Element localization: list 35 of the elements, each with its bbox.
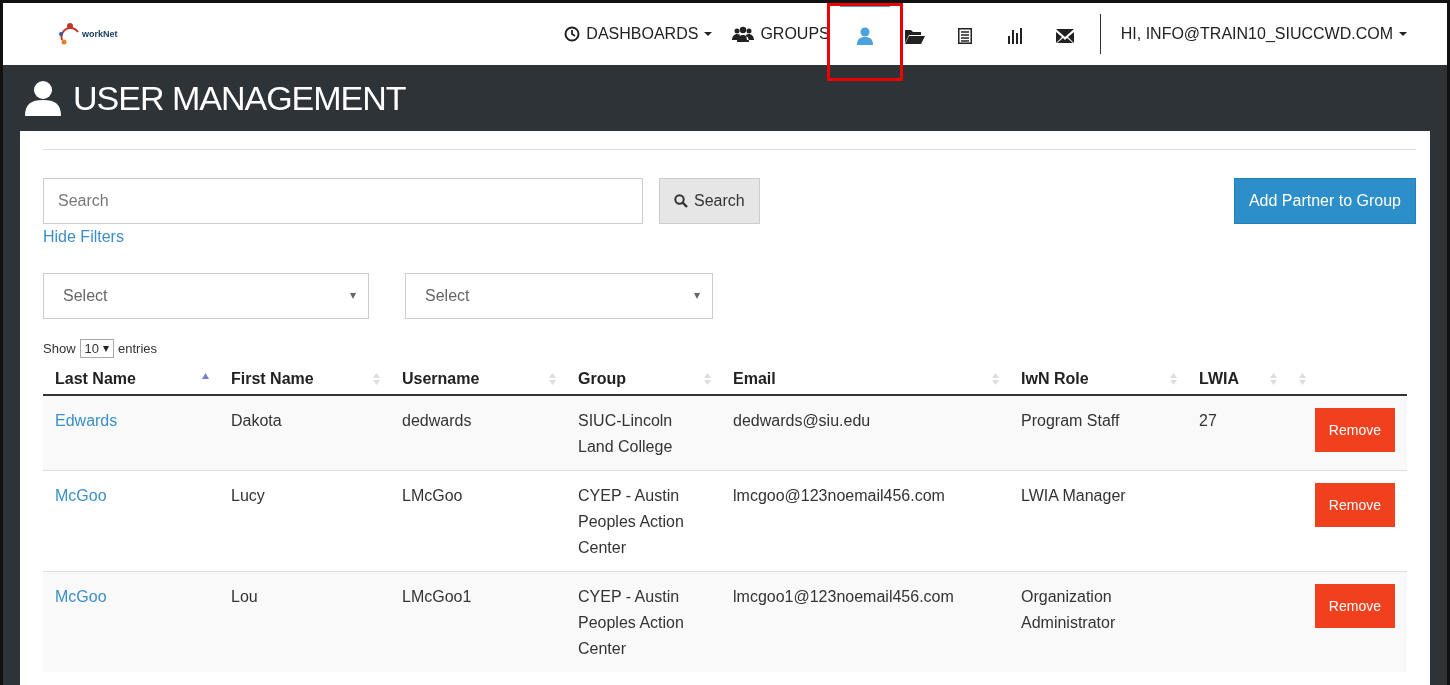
table-cell: Lucy xyxy=(231,487,265,504)
hide-filters-link[interactable]: Hide Filters xyxy=(43,228,124,246)
table-cell: Organization Administrator xyxy=(1021,588,1116,631)
entries-label: entries xyxy=(118,341,158,356)
table-cell: SIUC-Lincoln Land College xyxy=(578,412,673,455)
table-cell: LMcGoo xyxy=(402,487,463,504)
logo-text: workNet xyxy=(82,29,118,39)
logo[interactable]: workNet xyxy=(58,20,118,48)
table-cell: dedwards@siu.edu xyxy=(733,412,871,429)
table-cell: Dakota xyxy=(231,412,282,429)
table-cell: CYEP - Austin Peoples Action Center xyxy=(578,588,684,657)
account-dropdown[interactable]: HI, INFO@TRAIN10_SIUCCWD.COM xyxy=(1110,3,1417,65)
filter-select[interactable]: Select xyxy=(43,273,369,319)
search-button[interactable]: Search xyxy=(659,178,760,224)
remove-button[interactable]: Remove xyxy=(1314,408,1395,452)
table-cell: lmcgoo@123noemail456.com xyxy=(733,487,945,504)
table-cell: LMcGoo1 xyxy=(402,588,472,605)
add-partner-button[interactable]: Add Partner to Group xyxy=(1233,178,1416,224)
table-cell: Lou xyxy=(231,588,258,605)
table-cell: lmcgoo1@123noemail456.com xyxy=(733,588,954,605)
show-label: Show xyxy=(43,341,76,356)
page-title: USER MANAGEMENT xyxy=(73,78,406,118)
table-cell: Program Staff xyxy=(1021,412,1120,429)
table-cell: CYEP - Austin Peoples Action Center xyxy=(578,487,684,556)
last-name-link[interactable]: McGoo xyxy=(55,487,107,504)
remove-button[interactable]: Remove xyxy=(1314,584,1395,628)
entries-select[interactable]: 10 xyxy=(79,339,114,358)
search-field[interactable]: Search xyxy=(43,178,643,224)
nav-link[interactable]: GROUPS xyxy=(722,3,840,65)
filter-select[interactable]: Select xyxy=(405,273,713,319)
remove-button[interactable]: Remove xyxy=(1314,483,1395,527)
table-cell: 27 xyxy=(1199,412,1217,429)
table-cell: dedwards xyxy=(402,412,472,429)
table-cell: LWIA Manager xyxy=(1021,487,1126,504)
nav-dropdown[interactable]: DASHBOARDS xyxy=(554,3,723,65)
